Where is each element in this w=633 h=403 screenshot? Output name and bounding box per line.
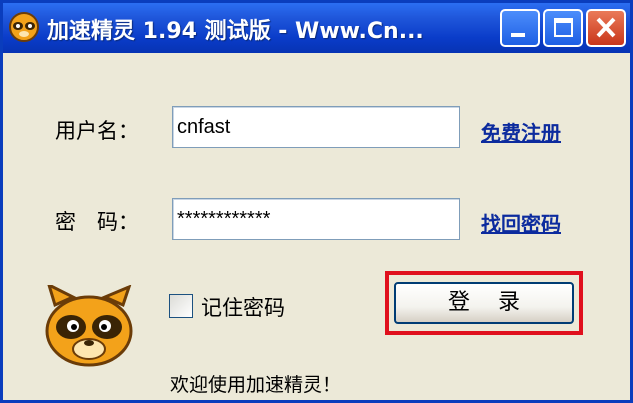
close-icon <box>596 17 616 38</box>
minimize-icon <box>511 33 525 37</box>
password-label: 密 码： <box>55 210 139 234</box>
recover-password-link[interactable]: 找回密码 <box>481 208 561 237</box>
minimize-button[interactable] <box>500 9 540 47</box>
mascot-app-icon <box>9 12 39 42</box>
app-window: 加速精灵 1.94 测试版 - Www.Cn... 用户名： cnfast 免费… <box>0 0 633 403</box>
login-button[interactable]: 登录 <box>394 282 574 324</box>
window-title: 加速精灵 1.94 测试版 - Www.Cn... <box>47 19 424 44</box>
username-label: 用户名： <box>55 119 139 143</box>
register-link[interactable]: 免费注册 <box>481 117 561 146</box>
remember-password-label[interactable]: 记住密码 <box>201 292 285 322</box>
maximize-button[interactable] <box>543 9 583 47</box>
remember-password-checkbox[interactable] <box>169 294 193 318</box>
maximize-icon <box>554 18 573 37</box>
username-input[interactable]: cnfast <box>172 106 460 148</box>
mascot-icon <box>45 285 133 367</box>
title-bar[interactable]: 加速精灵 1.94 测试版 - Www.Cn... <box>3 3 630 53</box>
close-button[interactable] <box>586 9 626 47</box>
welcome-message: 欢迎使用加速精灵！ <box>170 374 342 396</box>
password-input[interactable]: ************ <box>172 198 460 240</box>
